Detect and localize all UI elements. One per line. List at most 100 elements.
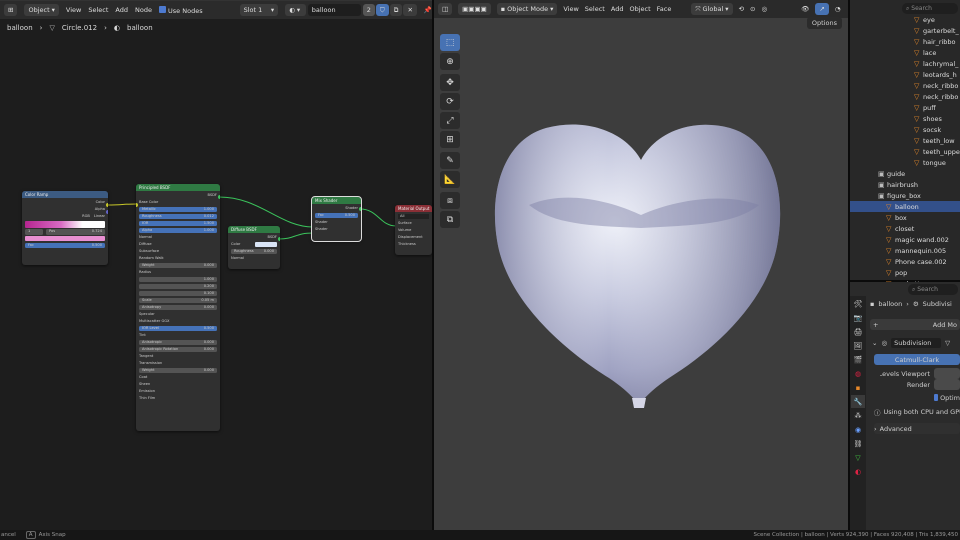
render-levels-field[interactable] — [934, 379, 960, 390]
tab-modifiers[interactable]: 🔧 — [851, 395, 865, 408]
principled-input-row[interactable]: Weight 0.000 — [139, 262, 217, 268]
outliner-item[interactable]: ▽ tongue — [850, 157, 960, 168]
ramp-mode[interactable]: RGB — [82, 214, 90, 220]
outliner-search[interactable]: ⌕ Search — [902, 3, 958, 14]
principled-input-row[interactable]: 0.200 — [139, 283, 217, 289]
tab-view-layer[interactable]: 🖼 — [851, 339, 865, 352]
tab-material[interactable]: ◐ — [851, 465, 865, 478]
outliner-item[interactable]: ▣ hairbrush — [850, 179, 960, 190]
outliner-item[interactable]: ▽ mannequin.005 — [850, 245, 960, 256]
roughness-field[interactable]: Roughness 0.000 — [231, 248, 277, 254]
stop-color-swatch[interactable] — [25, 236, 105, 241]
fac-field[interactable]: Fac 0.500 — [315, 212, 358, 218]
outliner-item[interactable]: ▽ teeth_low — [850, 135, 960, 146]
outliner-item[interactable]: ▽ teeth_uppe — [850, 146, 960, 157]
principled-input-row[interactable]: Anisotropic Rotation 0.000 — [139, 346, 217, 352]
stop-index[interactable]: 1 — [25, 229, 43, 235]
input-value: 0.500 — [203, 325, 214, 330]
tab-object[interactable]: ▪ — [851, 381, 865, 394]
node-editor[interactable]: ⊞ Object ▾ View Select Add Node Use Nodes… — [0, 0, 432, 530]
input-label: Subsurface — [139, 248, 160, 253]
balloon-object[interactable] — [434, 0, 848, 530]
properties-search[interactable]: ⌕ Search — [908, 284, 958, 295]
outliner-item[interactable]: ▽ eye — [850, 14, 960, 25]
outliner-item[interactable]: ▽ neck_ribbo — [850, 91, 960, 102]
tab-world[interactable]: ◍ — [851, 367, 865, 380]
socket-color-out[interactable] — [106, 203, 108, 207]
principled-input-row[interactable]: IOR Level 0.500 — [139, 325, 217, 331]
outliner-item[interactable]: ▽ closet — [850, 223, 960, 234]
outliner-item[interactable]: ▽ box — [850, 212, 960, 223]
diffuse-bsdf-node[interactable]: Diffuse BSDF BSDF Color Roughness 0.000 N… — [228, 226, 280, 269]
properties-editor[interactable]: ⌕ Search 🛠 📷 🖨 🖼 🎬 ◍ ▪ 🔧 ⁂ ◉ ⛓ ▽ ◐ ▪ bal… — [850, 282, 960, 530]
outliner[interactable]: ⌕ Search ▽ eye ▽ garterbelt_ ▽ hair_ribbo ▽ lac… — [850, 0, 960, 288]
color-swatch[interactable] — [255, 241, 277, 247]
socket-bsdf-out[interactable] — [218, 195, 220, 199]
advanced-panel[interactable]: › Advanced — [874, 423, 960, 434]
outliner-item[interactable]: ▽ socsk — [850, 124, 960, 135]
outliner-item[interactable]: ▽ Phone case.002 — [850, 256, 960, 267]
principled-bsdf-node[interactable]: Principled BSDF BSDF Base Color Metallic 1… — [136, 184, 220, 431]
outliner-item-name: neck_ribbo — [923, 81, 959, 90]
target-dropdown[interactable]: All — [398, 213, 429, 219]
principled-input-row[interactable]: Roughness 0.012 — [139, 213, 217, 219]
tab-data[interactable]: ▽ — [851, 451, 865, 464]
principled-input-row[interactable]: IOR 1.500 — [139, 220, 217, 226]
mesh-icon: ▽ — [914, 59, 920, 68]
tab-tool[interactable]: 🛠 — [851, 297, 865, 310]
principled-input-row[interactable]: Anisotropic 0.000 — [139, 339, 217, 345]
output-bsdf: BSDF — [207, 192, 217, 197]
tab-physics[interactable]: ◉ — [851, 423, 865, 436]
principled-input-row[interactable]: Alpha 1.000 — [139, 227, 217, 233]
ramp-interpolation[interactable]: Linear — [94, 214, 105, 220]
wrench-icon: 🔧 — [853, 397, 863, 406]
outliner-item[interactable]: ▽ balloon — [850, 201, 960, 212]
outliner-item[interactable]: ▽ neck_ribbo — [850, 80, 960, 91]
principled-input-row[interactable]: 1.000 — [139, 276, 217, 282]
modifier-name-field[interactable]: Subdivision — [891, 337, 942, 348]
outliner-item[interactable]: ▽ magic wand.002 — [850, 234, 960, 245]
principled-input-row[interactable]: 0.100 — [139, 290, 217, 296]
principled-input-row: Random Walk — [139, 256, 217, 262]
principled-input-row: Specular — [139, 312, 217, 318]
principled-input-row[interactable]: Scale 0.05 m — [139, 297, 217, 303]
outliner-item[interactable]: ▽ hair_ribbo — [850, 36, 960, 47]
socket-bsdf-out[interactable] — [278, 237, 280, 241]
outliner-item[interactable]: ▽ leotards_h — [850, 69, 960, 80]
outliner-item-name: eye — [923, 15, 935, 24]
mix-shader-node[interactable]: Mix Shader Shader Fac 0.500 Shader Shader — [311, 196, 362, 242]
color-ramp-gradient[interactable] — [25, 220, 105, 228]
catmull-clark-toggle[interactable]: Catmull-Clark — [874, 354, 960, 365]
stop-position[interactable]: Pos 0.724 — [46, 229, 105, 235]
fac-field[interactable]: Fac 0.500 — [25, 242, 105, 248]
tab-particles[interactable]: ⁂ — [851, 409, 865, 422]
optimal-display-checkbox[interactable]: Optim — [934, 392, 960, 403]
outliner-item[interactable]: ▽ garterbelt_ — [850, 25, 960, 36]
socket-alpha-out[interactable] — [106, 210, 108, 214]
principled-input-row: Coat — [139, 375, 217, 381]
3d-viewport[interactable]: ◫ ▣▣▣▣ ▪ Object Mode ▾ View Select Add Obj… — [434, 0, 848, 530]
tab-output[interactable]: 🖨 — [851, 325, 865, 338]
input-label: Metallic — [142, 206, 156, 211]
add-modifier-button[interactable]: + Add Mo — [870, 319, 960, 330]
tab-scene[interactable]: 🎬 — [851, 353, 865, 366]
levels-viewport-field[interactable] — [934, 368, 960, 379]
tab-constraints[interactable]: ⛓ — [851, 437, 865, 450]
outliner-item[interactable]: ▽ lachrymal_ — [850, 58, 960, 69]
input-label: Normal — [139, 234, 153, 239]
principled-input-row[interactable]: Weight 0.000 — [139, 367, 217, 373]
mesh-icon: ▽ — [914, 37, 920, 46]
outliner-item[interactable]: ▽ shoes — [850, 113, 960, 124]
material-output-node[interactable]: Material Output All Surface Volume Displ… — [395, 205, 432, 255]
principled-input-row[interactable]: Metallic 1.000 — [139, 206, 217, 212]
color-ramp-node[interactable]: Color Ramp Color Alpha RGB Linear 1 Pos 0… — [22, 191, 108, 265]
outliner-item[interactable]: ▣ guide — [850, 168, 960, 179]
principled-input-row[interactable]: Anisotropy 0.000 — [139, 304, 217, 310]
outliner-item[interactable]: ▽ lace — [850, 47, 960, 58]
modifier-header[interactable]: ⌄ ◎ Subdivision ▽ — [870, 337, 960, 348]
socket-shader-out[interactable] — [359, 207, 361, 211]
outliner-item[interactable]: ▽ puff — [850, 102, 960, 113]
outliner-item[interactable]: ▣ figure_box — [850, 190, 960, 201]
outliner-item[interactable]: ▽ pop — [850, 267, 960, 278]
tab-render[interactable]: 📷 — [851, 311, 865, 324]
